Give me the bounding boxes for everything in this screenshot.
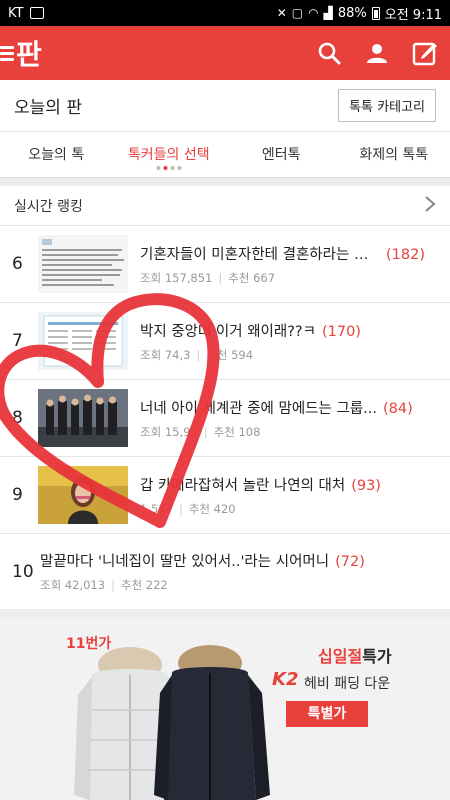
menu-icon[interactable] bbox=[0, 45, 14, 61]
comment-count: (182) bbox=[386, 246, 425, 263]
tab-bar: 오늘의 톡 톡커들의 선택 엔터톡 화제의 톡톡 bbox=[0, 132, 450, 178]
logo-text: 판 bbox=[16, 38, 42, 71]
ranking-label: 실시간 랭킹 bbox=[14, 198, 83, 215]
rank-number: 8 bbox=[12, 408, 23, 428]
post-title: 말끝마다 '니네집이 딸만 있어서..'라는 시어머니 bbox=[40, 554, 330, 570]
view-count: 1,517 bbox=[140, 501, 173, 516]
tab-entertainment[interactable]: 엔터톡 bbox=[225, 132, 338, 177]
view-count: 조회 157,851 bbox=[140, 270, 213, 285]
rank-number: 9 bbox=[12, 485, 23, 505]
recommend-count: 추천 222 bbox=[120, 578, 168, 592]
battery-icon bbox=[371, 6, 380, 20]
post-title: 박지 중앙대 이거 왜이래??ㅋ bbox=[140, 323, 316, 340]
battery-percent: 88% bbox=[337, 5, 367, 21]
comment-count: (170) bbox=[321, 323, 361, 340]
mute-icon: ✕ bbox=[276, 6, 287, 20]
list-item[interactable]: 6 기혼자들이 미혼자한테 결혼하라는 심... (182) 조회 157,851… bbox=[0, 226, 450, 303]
chevron-right-icon[interactable] bbox=[424, 195, 436, 217]
page-title: 오늘의 판 bbox=[14, 98, 82, 118]
list-item[interactable]: 9 갑 카메라잡혀서 놀란 나연의 대처 (93) 1,517 | 추천 420 bbox=[0, 457, 450, 534]
status-bar: KT ✕ ▢ ◠ ▟ 88% 오전 9:11 bbox=[0, 0, 450, 26]
notification-icon bbox=[30, 7, 45, 19]
clock: 오전 9:11 bbox=[384, 7, 442, 23]
post-thumbnail bbox=[38, 312, 128, 370]
view-count: 조회 15,93 bbox=[140, 424, 198, 439]
ad-subtitle: 헤비 패딩 다운 bbox=[304, 676, 391, 692]
ad-title: 십일절특가 bbox=[318, 647, 392, 666]
write-icon[interactable] bbox=[412, 40, 438, 66]
ad-brand: K2 bbox=[272, 669, 299, 690]
ranking-header[interactable]: 실시간 랭킹 bbox=[0, 186, 450, 226]
user-icon[interactable] bbox=[364, 40, 390, 66]
category-button[interactable]: 톡톡 카테고리 bbox=[338, 89, 436, 122]
tab-label: 톡커들의 선택 bbox=[127, 147, 210, 163]
app-bar: 판 bbox=[0, 26, 450, 80]
list-item[interactable]: 8 너네 아이 세계관 중에 맘에드는 그룹... (84) 조회 15,93 | 추… bbox=[0, 380, 450, 457]
signal-icon: ▟ bbox=[323, 6, 333, 20]
search-icon[interactable] bbox=[316, 40, 342, 66]
post-title: 너네 아이 세계관 중에 맘에드는 그룹... bbox=[140, 400, 377, 417]
ad-banner[interactable]: 11번가 십일절특가 K2 헤비 패딩 다운 특별가 bbox=[0, 609, 450, 800]
list-item[interactable]: 7 박지 중앙대 이거 왜이래??ㅋ (170) 조회 74,3 | 추천 594 bbox=[0, 303, 450, 380]
post-title: 기혼자들이 미혼자한테 결혼하라는 심... bbox=[140, 246, 380, 263]
hd-icon: ▢ bbox=[291, 6, 304, 20]
post-thumbnail bbox=[38, 235, 128, 293]
tab-hot-topic[interactable]: 화제의 톡톡 bbox=[338, 132, 450, 177]
page-indicator bbox=[156, 166, 182, 170]
post-title: 갑 카메라잡혀서 놀란 나연의 대처 bbox=[140, 477, 346, 494]
sub-header: 오늘의 판 톡톡 카테고리 bbox=[0, 80, 450, 132]
tab-talkers-choice[interactable]: 톡커들의 선택 bbox=[113, 132, 226, 177]
recommend-count: 추천 108 bbox=[213, 424, 261, 439]
recommend-count: 추천 667 bbox=[228, 270, 276, 285]
tab-today-talk[interactable]: 오늘의 톡 bbox=[0, 132, 113, 177]
recommend-count: 추천 420 bbox=[188, 501, 236, 516]
post-thumbnail bbox=[38, 389, 128, 447]
comment-count: (72) bbox=[335, 554, 365, 570]
ad-jackets-image bbox=[74, 645, 270, 800]
wifi-icon: ◠ bbox=[308, 6, 319, 20]
list-item[interactable]: 10 말끝마다 '니네집이 딸만 있어서..'라는 시어머니 (72) 조회 42… bbox=[0, 534, 450, 610]
view-count: 조회 74,3 bbox=[140, 347, 191, 362]
post-thumbnail bbox=[38, 466, 128, 524]
rank-number: 6 bbox=[12, 254, 23, 274]
carrier-label: KT bbox=[8, 5, 24, 21]
comment-count: (93) bbox=[351, 477, 381, 494]
view-count: 조회 42,013 bbox=[40, 578, 106, 592]
rank-number: 10 bbox=[12, 561, 34, 582]
app-logo[interactable]: 판 bbox=[0, 26, 42, 80]
ad-cta-button[interactable]: 특별가 bbox=[286, 701, 368, 727]
ad-content[interactable]: 11번가 십일절특가 K2 헤비 패딩 다운 특별가 bbox=[0, 617, 450, 800]
recommend-count: 추천 594 bbox=[206, 347, 254, 362]
rank-number: 7 bbox=[12, 331, 23, 351]
comment-count: (84) bbox=[382, 400, 413, 417]
ranking-list: 6 기혼자들이 미혼자한테 결혼하라는 심... (182) 조회 157,851… bbox=[0, 226, 450, 610]
